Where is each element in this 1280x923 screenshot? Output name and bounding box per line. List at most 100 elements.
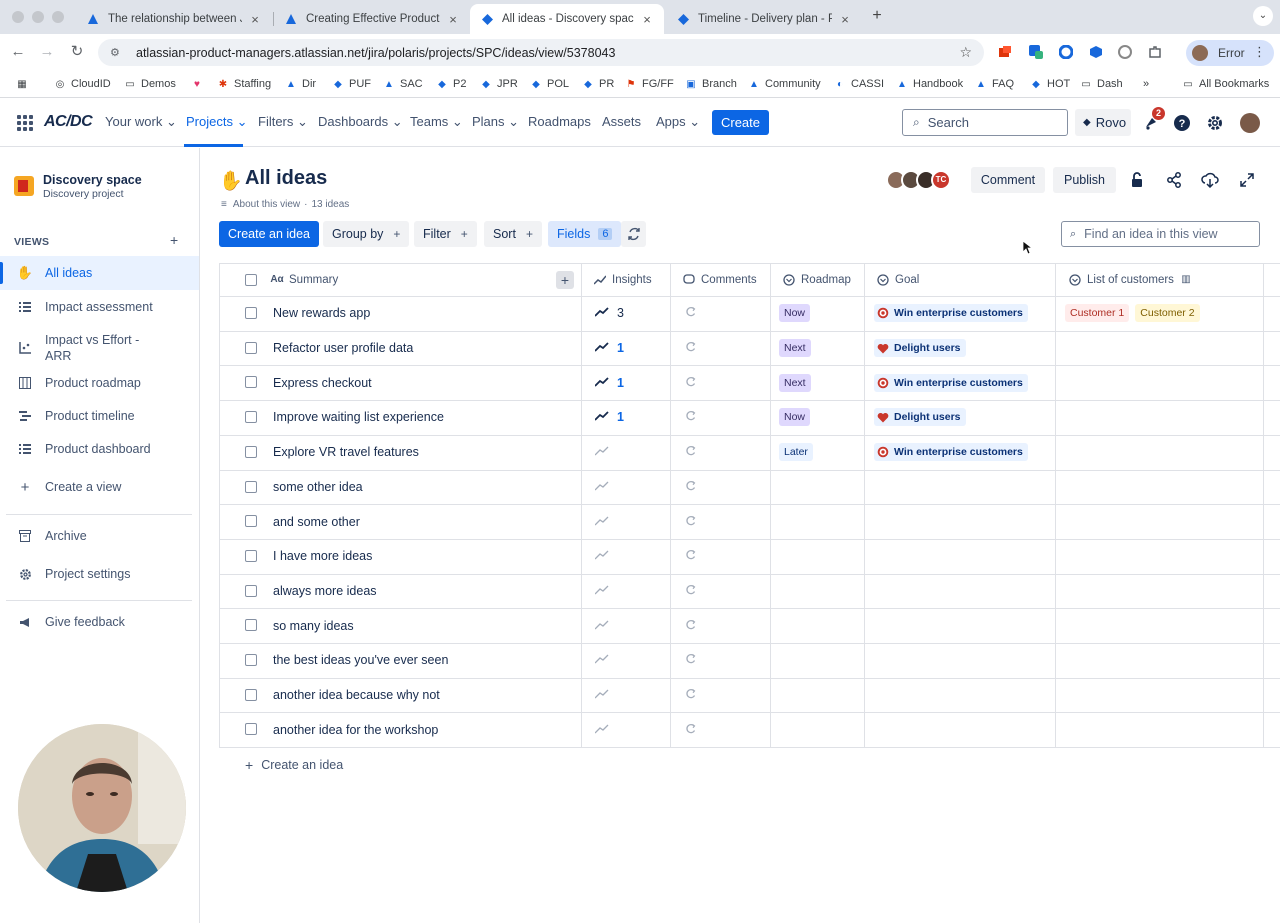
row-checkbox[interactable] [245,307,257,319]
goal-cell[interactable] [874,539,1044,574]
summary-cell[interactable]: another idea because why not [273,678,440,713]
insights-cell[interactable] [594,504,609,539]
extension-icon[interactable] [1057,43,1075,61]
autosave-icon[interactable] [621,221,646,247]
insights-cell[interactable] [594,574,609,609]
extension-icon[interactable] [1087,43,1105,61]
extension-icon[interactable] [1116,43,1134,61]
sidebar-item-all-ideas[interactable]: ✋ All ideas [0,256,199,290]
summary-cell[interactable]: I have more ideas [273,539,372,574]
bookmark-item[interactable]: ✱ Staffing [217,75,271,93]
table-row[interactable]: and some other [219,504,1280,539]
row-checkbox[interactable] [245,480,257,493]
about-this-view[interactable]: ≡ About this view · 13 ideas [221,199,349,210]
bookmark-item[interactable]: ◆ HOT [1030,75,1070,93]
row-checkbox[interactable] [245,584,257,597]
table-row[interactable]: another idea for the workshop [219,712,1280,747]
table-row[interactable]: I have more ideas [219,539,1280,574]
find-idea-input[interactable]: ⌕ Find an idea in this view [1061,221,1260,247]
insights-cell[interactable] [594,539,609,574]
collaborator-avatars[interactable]: TC [886,170,951,190]
row-checkbox[interactable] [245,688,257,701]
user-avatar[interactable] [1240,113,1260,133]
summary-cell[interactable]: so many ideas [273,608,354,643]
nav-projects[interactable]: Projects ⌄ [186,114,247,130]
reload-icon[interactable]: ↻ [68,43,86,61]
add-view-button[interactable]: + [170,232,178,248]
summary-cell[interactable]: Refactor user profile data [273,331,413,366]
sidebar-item-archive[interactable]: Archive [0,519,199,553]
create-idea-button[interactable]: Create an idea [219,221,320,247]
sidebar-item-project-settings[interactable]: Project settings [0,557,199,591]
close-icon[interactable]: × [640,12,654,27]
summary-cell[interactable]: Explore VR travel features [273,435,419,470]
puzzle-icon[interactable] [1146,43,1164,61]
select-all-checkbox[interactable] [245,274,257,286]
insights-cell[interactable]: 1 [594,331,624,366]
summary-cell[interactable]: Improve waiting list experience [273,400,444,435]
nav-filters[interactable]: Filters ⌄ [258,114,308,130]
table-row[interactable]: Refactor user profile data 1 Next Delight u… [219,331,1280,366]
goal-cell[interactable] [874,504,1044,539]
browser-tab[interactable]: The relationship between Jira × [76,4,272,34]
insights-cell[interactable]: 1 [594,400,624,435]
create-button[interactable]: Create [712,110,769,135]
goal-cell[interactable]: Delight users [874,400,966,435]
fields-button[interactable]: Fields 6 [548,221,622,247]
bookmark-item[interactable]: ▭ Demos [124,75,176,93]
search-input[interactable]: ⌕ Search [902,109,1068,136]
goal-cell[interactable] [874,712,1044,747]
extension-icon[interactable] [1027,43,1045,61]
nav-your-work[interactable]: Your work ⌄ [105,114,177,130]
sidebar-item-impact-assessment[interactable]: Impact assessment [0,290,199,324]
bookmark-item[interactable]: ◆ PUF [332,75,371,93]
roadmap-cell[interactable]: Now [779,400,811,435]
table-row[interactable]: the best ideas you've ever seen [219,643,1280,678]
add-field-button[interactable]: + [556,271,574,289]
column-header-roadmap[interactable]: Roadmap [783,263,851,296]
summary-cell[interactable]: another idea for the workshop [273,712,438,747]
close-icon[interactable]: × [446,12,460,27]
row-checkbox[interactable] [245,619,257,632]
project-name[interactable]: Discovery space [43,173,142,187]
sort-button[interactable]: Sort + [484,221,542,247]
goal-cell[interactable] [874,678,1044,713]
sidebar-item-product-timeline[interactable]: Product timeline [0,399,199,433]
comment-button[interactable]: Comment [971,167,1045,193]
goal-cell[interactable] [874,643,1044,678]
group-by-button[interactable]: Group by + [323,221,410,247]
page-title[interactable]: All ideas [245,167,327,190]
insights-cell[interactable] [594,435,609,470]
insights-cell[interactable] [594,678,609,713]
apps-icon[interactable]: ▦ [16,75,33,93]
table-row[interactable]: Express checkout 1 Next Win enterprise cust… [219,365,1280,400]
goal-cell[interactable]: Win enterprise customers [874,296,1028,331]
goal-cell[interactable] [874,574,1044,609]
table-row[interactable]: Improve waiting list experience 1 Now Delig… [219,400,1280,435]
insights-cell[interactable] [594,712,609,747]
roadmap-cell[interactable]: Now [779,296,811,331]
bookmark-item[interactable]: ◎ CloudID [54,75,111,93]
close-icon[interactable]: × [838,12,852,27]
goal-cell[interactable] [874,470,1044,505]
nav-assets[interactable]: Assets [602,114,641,129]
lock-icon[interactable] [1127,170,1147,190]
row-checkbox[interactable] [245,376,257,389]
comments-cell[interactable] [685,296,696,331]
roadmap-cell[interactable] [779,678,859,713]
nav-teams[interactable]: Teams ⌄ [410,114,463,130]
sidebar-item-give-feedback[interactable]: Give feedback [0,605,199,639]
insights-cell[interactable] [594,643,609,678]
bookmark-item[interactable]: ⚑ FG/FF [625,75,674,93]
chevron-down-icon[interactable]: ⌄ [1253,6,1273,26]
help-icon[interactable]: ? [1172,113,1192,133]
nav-plans[interactable]: Plans ⌄ [472,114,519,130]
close-icon[interactable]: × [248,12,262,27]
roadmap-cell[interactable] [779,608,859,643]
bookmark-item[interactable]: ▭ Dash [1080,75,1122,93]
comments-cell[interactable] [685,539,696,574]
settings-gear-icon[interactable] [1205,113,1225,133]
bookmark-item[interactable]: ▲ Community [748,75,821,93]
bookmark-star-icon[interactable]: ☆ [959,44,972,61]
browser-tab-active[interactable]: All ideas - Discovery space - × [470,4,664,34]
